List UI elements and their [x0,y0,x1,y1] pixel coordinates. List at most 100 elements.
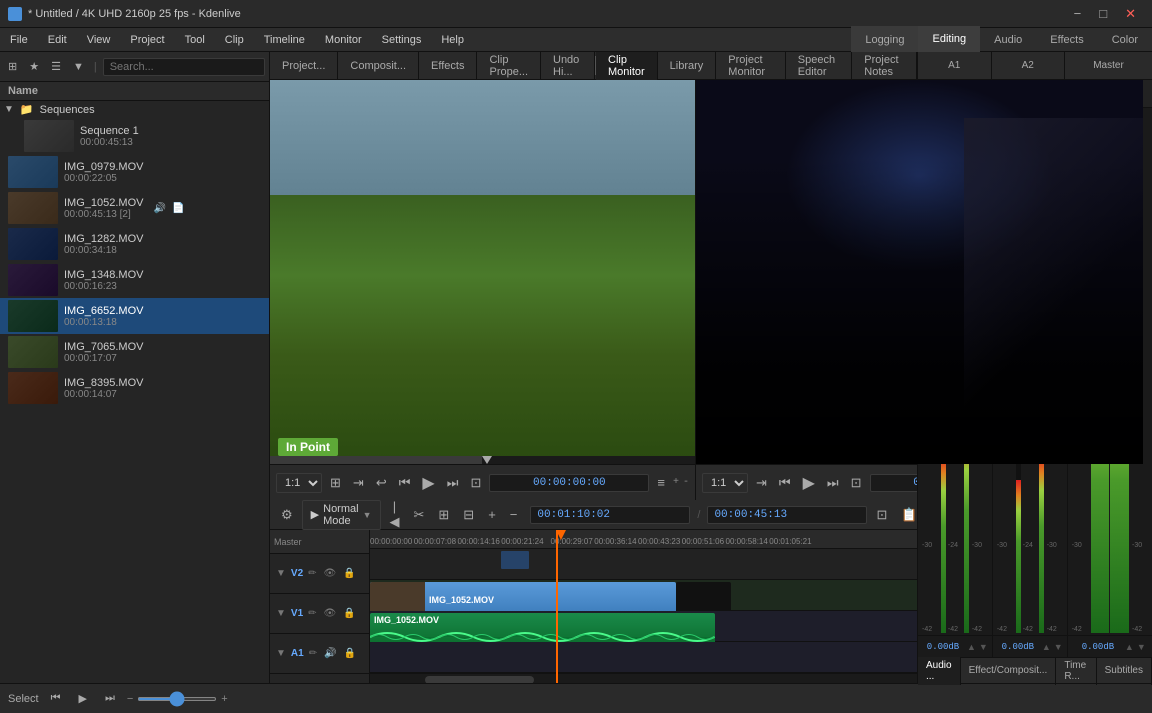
a2-db-input[interactable] [997,642,1039,652]
a2-db-spin-down[interactable]: ▼ [1054,642,1063,652]
tab-project[interactable]: Project... [270,52,338,80]
a1-db-input[interactable] [922,642,964,652]
tab-undo-history[interactable]: Undo Hi... [541,52,595,80]
tab-time-remap[interactable]: Time R... [1056,657,1096,685]
clip-play-button[interactable]: ▶ [418,471,438,495]
star-button[interactable]: ★ [25,58,43,75]
tab-project-monitor[interactable]: Project Monitor [716,52,785,80]
clip-fit-button[interactable]: ⊞ [326,473,345,493]
timeline-scrollbar[interactable] [370,673,917,683]
a2-db-spin-up[interactable]: ▲ [1042,642,1051,652]
tab-composit[interactable]: Composit... [338,52,419,80]
v1-lock[interactable]: ✏ [306,607,318,620]
tab-subtitles[interactable]: Subtitles [1097,657,1152,685]
menu-help[interactable]: Help [431,28,474,52]
list-item[interactable]: Sequence 1 00:00:45:13 [0,118,269,154]
status-next-button[interactable]: ⏭ [99,690,121,707]
list-item[interactable]: IMG_6652.MOV 00:00:13:18 [0,298,269,334]
menu-timeline[interactable]: Timeline [254,28,315,52]
list-item[interactable]: IMG_8395.MOV 00:00:14:07 [0,370,269,406]
a1-solo[interactable]: 🔒 [342,647,358,660]
track-row-a2[interactable] [370,642,917,673]
project-next-button[interactable]: ⏭ [823,473,843,493]
project-mark-in-button[interactable]: ⇥ [752,473,771,493]
menu-project[interactable]: Project [120,28,174,52]
tab-effects[interactable]: Effects [1036,26,1097,54]
tab-speech-editor[interactable]: Speech Editor [786,52,853,80]
timeline-settings-button[interactable]: ⚙ [276,505,298,525]
clip-mark-out-button[interactable]: ↩ [372,473,391,493]
v2-lock[interactable]: ✏ [306,567,318,580]
menu-tool[interactable]: Tool [175,28,215,52]
clip-prev-button[interactable]: ⏮ [395,473,415,493]
tab-audio-mixer[interactable]: Audio ... [918,657,961,685]
tab-editing[interactable]: Editing [918,26,980,54]
a1-lock[interactable]: ✏ [307,647,319,660]
menu-view[interactable]: View [77,28,121,52]
a1-db-spin-down[interactable]: ▼ [979,642,988,652]
track-row-a1[interactable]: IMG_1052.MOV [370,611,917,642]
ungroup-button[interactable]: ⊟ [458,505,479,525]
list-item[interactable]: IMG_7065.MOV 00:00:17:07 [0,334,269,370]
tab-project-notes[interactable]: Project Notes [852,52,917,80]
v2-solo[interactable]: 🔒 [341,567,357,580]
folder-sequences[interactable]: ▼ 📁 Sequences [0,101,269,118]
v1-toggle[interactable]: ▼ [274,607,288,620]
v1-mute[interactable]: 👁 [322,607,339,620]
snap-button[interactable]: |◀ [385,497,405,532]
add-track-button[interactable]: + [483,505,501,524]
clip-fullscreen-button[interactable]: ⊡ [466,473,485,493]
remove-track-button[interactable]: − [505,505,523,524]
v1-solo[interactable]: 🔒 [341,607,357,620]
status-play-button[interactable]: ▶ [72,690,92,707]
tab-effects[interactable]: Effects [419,52,477,80]
razor-button[interactable]: ✂ [408,505,429,525]
menu-monitor[interactable]: Monitor [315,28,372,52]
tab-library[interactable]: Library [658,52,717,80]
a1-db-spin-up[interactable]: ▲ [967,642,976,652]
window-controls[interactable]: − □ ✕ [1066,0,1144,28]
list-item[interactable]: IMG_1348.MOV 00:00:16:23 [0,262,269,298]
mode-select[interactable]: ▶ Normal Mode ▼ [302,500,381,530]
clip-settings-button[interactable]: ≡ [653,473,669,492]
v2-mute[interactable]: 👁 [322,567,339,580]
tab-effect-composit[interactable]: Effect/Composit... [961,657,1057,685]
list-item[interactable]: IMG_1052.MOV 00:00:45:13 [2] 🔊 📄 [0,190,269,226]
status-prev-button[interactable]: ⏮ [45,690,67,707]
clip-mark-in-button[interactable]: ⇥ [349,473,368,493]
tab-logging[interactable]: Logging [851,26,918,54]
tab-clip-monitor[interactable]: Clip Monitor [596,52,658,80]
tab-color[interactable]: Color [1098,26,1152,54]
master-db-input[interactable] [1074,642,1122,652]
project-prev-button[interactable]: ⏮ [775,473,795,493]
zoom-slider-container[interactable]: − + [127,693,228,705]
timeline-timecode-input[interactable] [530,506,690,524]
clip-timecode-input[interactable] [489,474,649,492]
project-fullscreen-button[interactable]: ⊡ [847,473,866,493]
filter-button[interactable]: ▼ [69,59,88,75]
a1-toggle[interactable]: ▼ [274,647,288,660]
a1-mute[interactable]: 🔊 [322,647,338,660]
minimize-button[interactable]: − [1066,0,1090,28]
menu-edit[interactable]: Edit [38,28,77,52]
tab-audio[interactable]: Audio [980,26,1036,54]
maximize-button[interactable]: □ [1091,0,1115,28]
v2-toggle[interactable]: ▼ [274,567,288,580]
menu-button[interactable]: ☰ [47,58,65,75]
scrollbar-thumb[interactable] [425,676,534,683]
menu-file[interactable]: File [0,28,38,52]
menu-clip[interactable]: Clip [215,28,254,52]
search-input[interactable] [103,58,265,76]
track-row-v1[interactable]: IMG_1052.MOV [370,580,917,611]
clip-next-button[interactable]: ⏭ [443,473,463,493]
master-db-spin-down[interactable]: ▼ [1137,642,1146,652]
list-item[interactable]: IMG_1282.MOV 00:00:34:18 [0,226,269,262]
timeline-duration-input[interactable] [707,506,867,524]
project-zoom-select[interactable]: 1:1 1:2 2:1 [702,473,748,493]
list-item[interactable]: IMG_0979.MOV 00:00:22:05 [0,154,269,190]
tab-clip-properties[interactable]: Clip Prope... [477,52,541,80]
clip-zoom-select[interactable]: 1:1 1:2 2:1 [276,473,322,493]
project-play-button[interactable]: ▶ [799,471,819,495]
master-db-spin-up[interactable]: ▲ [1125,642,1134,652]
menu-settings[interactable]: Settings [372,28,432,52]
